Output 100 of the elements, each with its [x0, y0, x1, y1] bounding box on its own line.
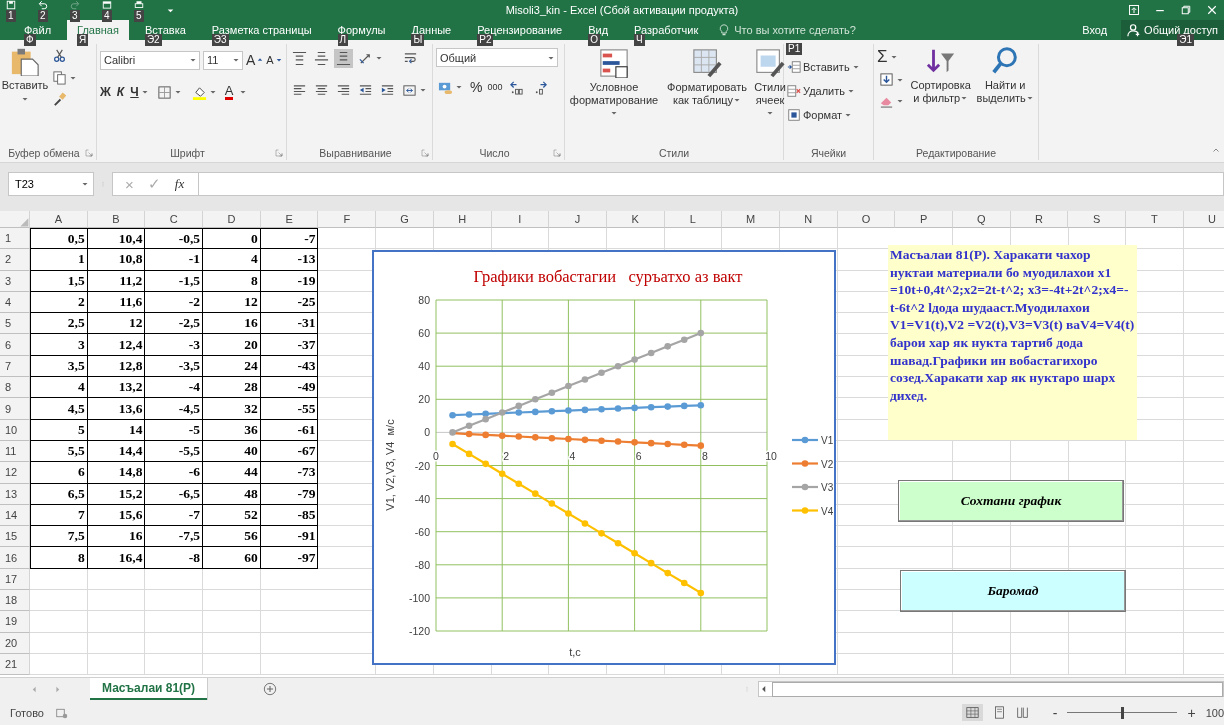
caret-icon[interactable]: [140, 88, 149, 96]
search-field[interactable]: Что вы хотите сделать?: [718, 20, 856, 40]
caret-icon[interactable]: [239, 88, 248, 96]
column-header[interactable]: A: [30, 211, 88, 228]
row-header[interactable]: 13: [0, 483, 30, 505]
zoom-in-button[interactable]: +: [1187, 704, 1196, 721]
format-table-button[interactable]: Форматировать как таблицу: [664, 46, 750, 107]
caret-icon[interactable]: [1025, 94, 1034, 102]
font-color-button[interactable]: A: [224, 84, 234, 100]
page-break-icon[interactable]: [1015, 706, 1029, 719]
sign-in-link[interactable]: Вход: [1076, 23, 1114, 37]
column-header[interactable]: D: [203, 211, 261, 228]
format-cells-button[interactable]: Формат: [787, 104, 860, 126]
formula-input[interactable]: [198, 172, 1224, 196]
font-name-dropdown[interactable]: Calibri: [100, 50, 200, 70]
caret-icon[interactable]: [960, 94, 969, 102]
window-icon[interactable]: [102, 0, 112, 10]
caret-icon[interactable]: [844, 111, 853, 119]
cell-styles-button[interactable]: Стили ячеек: [754, 46, 786, 120]
row-header[interactable]: 11: [0, 440, 30, 463]
row-header[interactable]: 2: [0, 249, 30, 271]
caret-icon[interactable]: [455, 83, 463, 91]
macro-button[interactable]: Сохтани график: [898, 480, 1124, 522]
caret-icon[interactable]: [419, 86, 427, 94]
column-header[interactable]: H: [433, 211, 492, 228]
slider-thumb[interactable]: [1121, 706, 1125, 719]
normal-view-icon[interactable]: [965, 706, 979, 719]
bold-button[interactable]: Ж: [100, 85, 111, 99]
row-header[interactable]: 5: [0, 313, 30, 335]
macro-record-icon[interactable]: [55, 706, 68, 719]
close-icon[interactable]: [1206, 4, 1218, 16]
align-bottom-button[interactable]: [334, 48, 353, 68]
paste-button[interactable]: Вставить: [3, 44, 47, 145]
name-box[interactable]: T23: [8, 172, 94, 196]
caret-icon[interactable]: [610, 109, 618, 117]
column-header[interactable]: S: [1068, 211, 1127, 228]
insert-function-button[interactable]: fx: [174, 176, 185, 192]
row-header[interactable]: 6: [0, 334, 30, 356]
row-header[interactable]: 3: [0, 270, 30, 292]
autosum-button[interactable]: Σ: [877, 46, 906, 68]
row-header[interactable]: 16: [0, 547, 30, 569]
row-header[interactable]: 19: [0, 611, 30, 633]
zoom-out-button[interactable]: -: [1052, 704, 1058, 721]
sort-filter-button[interactable]: Сортировка и фильтр: [909, 44, 973, 145]
font-size-dropdown[interactable]: 11: [203, 50, 243, 70]
column-header[interactable]: G: [376, 211, 434, 228]
row-header[interactable]: 17: [0, 568, 30, 591]
add-sheet-icon[interactable]: [263, 682, 278, 696]
shrink-font-button[interactable]: A: [266, 54, 282, 66]
column-header[interactable]: N: [779, 211, 838, 228]
column-header[interactable]: I: [491, 211, 550, 228]
caret-icon[interactable]: [232, 56, 240, 64]
delete-cells-button[interactable]: Удалить: [787, 80, 860, 102]
printer-icon[interactable]: [134, 0, 144, 10]
row-header[interactable]: 4: [0, 291, 30, 314]
column-header[interactable]: B: [87, 211, 146, 228]
column-header[interactable]: F: [318, 211, 377, 228]
macro-button[interactable]: Баромад: [900, 570, 1126, 612]
caret-icon[interactable]: [208, 88, 217, 96]
column-header[interactable]: C: [145, 211, 204, 228]
caret-icon[interactable]: [21, 95, 29, 103]
column-header[interactable]: O: [837, 211, 896, 228]
column-header[interactable]: U: [1183, 211, 1224, 228]
ribbon-display-icon[interactable]: [1128, 4, 1140, 16]
row-header[interactable]: 20: [0, 632, 30, 654]
percent-button[interactable]: %: [470, 79, 483, 95]
row-header[interactable]: 15: [0, 526, 30, 548]
column-header[interactable]: J: [549, 211, 607, 228]
caret-icon[interactable]: [733, 96, 742, 104]
column-header[interactable]: R: [1010, 211, 1069, 228]
conditional-format-button[interactable]: Условное форматирование: [568, 46, 660, 120]
row-header[interactable]: 7: [0, 355, 30, 378]
save-icon[interactable]: [6, 0, 16, 10]
caret-icon[interactable]: [847, 87, 855, 95]
row-header[interactable]: 12: [0, 462, 30, 484]
row-header[interactable]: 21: [0, 653, 30, 676]
collapse-ribbon-icon[interactable]: [1212, 146, 1220, 154]
row-header[interactable]: 9: [0, 398, 30, 420]
underline-button[interactable]: Ч: [130, 85, 149, 99]
caret-icon[interactable]: [189, 56, 197, 64]
insert-cells-button[interactable]: Вставить: [787, 56, 860, 78]
row-header[interactable]: 18: [0, 590, 30, 612]
row-header[interactable]: 14: [0, 504, 30, 527]
caret-icon[interactable]: [173, 88, 182, 96]
column-header[interactable]: K: [606, 211, 665, 228]
thousands-button[interactable]: 000: [487, 82, 503, 92]
restore-icon[interactable]: [1180, 4, 1192, 16]
row-header[interactable]: 8: [0, 377, 30, 399]
sheet-tab[interactable]: Масъалаи 81(Р): [90, 678, 208, 700]
caret-icon[interactable]: [766, 109, 774, 117]
page-layout-icon[interactable]: [992, 706, 1006, 719]
caret-icon[interactable]: [375, 54, 383, 62]
number-format-dropdown[interactable]: Общий: [436, 48, 558, 67]
column-header[interactable]: T: [1126, 211, 1184, 228]
column-header[interactable]: P: [895, 211, 953, 228]
column-header[interactable]: Q: [953, 211, 1011, 228]
caret-icon[interactable]: [81, 180, 89, 188]
undo-icon[interactable]: [38, 0, 48, 10]
caret-icon[interactable]: [851, 63, 860, 71]
caret-icon[interactable]: [889, 53, 898, 61]
